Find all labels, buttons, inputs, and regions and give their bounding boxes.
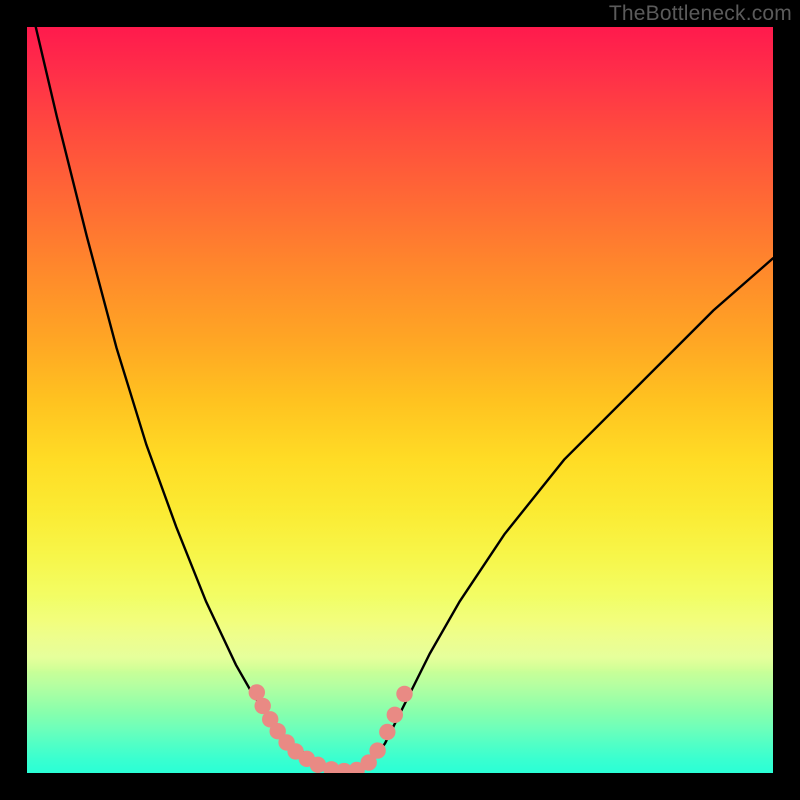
data-marker [396, 686, 412, 702]
plot-area [27, 27, 773, 773]
marker-group [249, 684, 413, 773]
data-marker [379, 724, 395, 740]
data-marker [369, 742, 385, 758]
left-curve-line [27, 27, 340, 773]
chart-frame: TheBottleneck.com [0, 0, 800, 800]
curve-layer [27, 27, 773, 773]
data-marker [387, 707, 403, 723]
right-curve-line [355, 258, 773, 773]
watermark-text: TheBottleneck.com [609, 2, 792, 26]
